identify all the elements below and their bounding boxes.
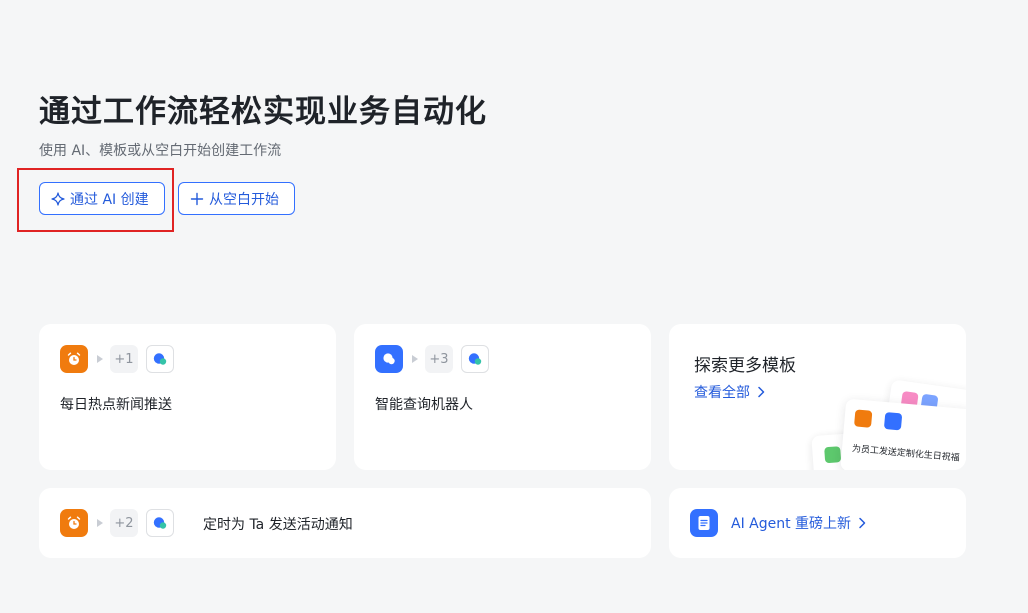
highlight-box bbox=[17, 168, 174, 232]
plus-icon bbox=[190, 192, 204, 206]
page-subtitle: 使用 AI、模板或从空白开始创建工作流 bbox=[39, 143, 282, 159]
view-all-link[interactable]: 查看全部 bbox=[694, 382, 765, 402]
template-card-news[interactable]: +1 每日热点新闻推送 bbox=[39, 324, 336, 470]
ai-agent-link[interactable]: AI Agent 重磅上新 bbox=[690, 509, 866, 537]
explore-title: 探索更多模板 bbox=[694, 356, 796, 376]
template-label: 每日热点新闻推送 bbox=[60, 397, 172, 413]
ai-agent-banner[interactable]: AI Agent 重磅上新 bbox=[669, 488, 966, 558]
flow-arrow-icon bbox=[97, 519, 103, 527]
bot-icon bbox=[461, 345, 489, 373]
extra-steps-badge: +3 bbox=[425, 345, 453, 373]
document-icon bbox=[690, 509, 718, 537]
bot-icon bbox=[146, 509, 174, 537]
preview-text: 为员工发送定制化生日祝福 bbox=[851, 444, 961, 464]
alarm-clock-icon bbox=[853, 409, 873, 428]
explore-templates-card[interactable]: 探索更多模板 查看全部 为员工发送定制化生日祝福 bbox=[669, 324, 966, 470]
chevron-right-icon bbox=[858, 517, 866, 529]
preview-card-front: 为员工发送定制化生日祝福 bbox=[840, 398, 966, 470]
blank-start-label: 从空白开始 bbox=[209, 191, 279, 208]
bell-icon bbox=[883, 412, 903, 431]
template-label: 定时为 Ta 发送活动通知 bbox=[203, 517, 353, 533]
ai-agent-label: AI Agent 重磅上新 bbox=[731, 516, 852, 532]
page-title: 通过工作流轻松实现业务自动化 bbox=[39, 94, 487, 130]
template-label: 智能查询机器人 bbox=[375, 397, 473, 413]
flow-arrow-icon bbox=[97, 355, 103, 363]
blank-start-button[interactable]: 从空白开始 bbox=[178, 182, 295, 215]
chat-bubble-icon bbox=[375, 345, 403, 373]
template-card-query-bot[interactable]: +3 智能查询机器人 bbox=[354, 324, 651, 470]
chevron-right-icon bbox=[757, 386, 765, 398]
template-card-activity-notice[interactable]: +2 定时为 Ta 发送活动通知 bbox=[39, 488, 651, 558]
flow-arrow-icon bbox=[412, 355, 418, 363]
alarm-clock-icon bbox=[60, 509, 88, 537]
extra-steps-badge: +2 bbox=[110, 509, 138, 537]
bot-icon bbox=[146, 345, 174, 373]
view-all-label: 查看全部 bbox=[694, 385, 750, 401]
extra-steps-badge: +1 bbox=[110, 345, 138, 373]
alarm-clock-icon bbox=[60, 345, 88, 373]
